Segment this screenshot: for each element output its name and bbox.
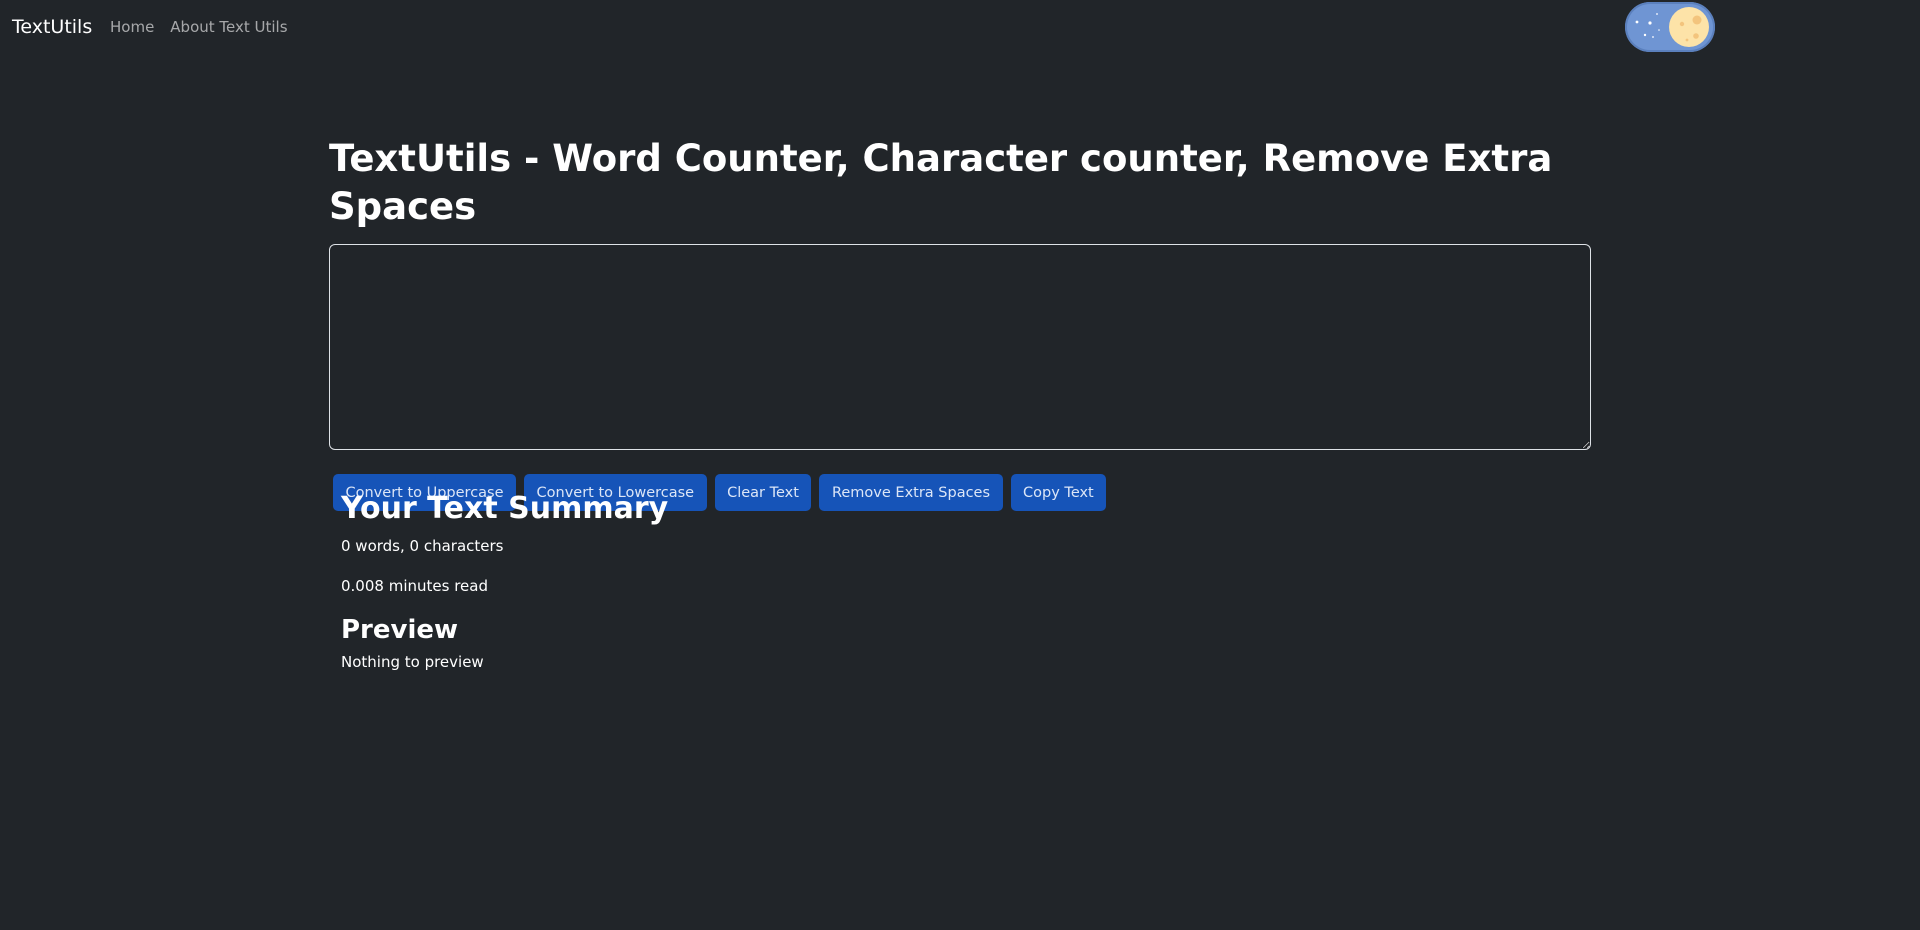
page-title: TextUtils - Word Counter, Character coun…	[329, 137, 1553, 228]
summary-heading: Your Text Summary	[341, 491, 669, 526]
preview-text: Nothing to preview	[341, 653, 484, 671]
moon-icon	[1635, 7, 1709, 47]
preview-heading: Preview	[341, 615, 459, 645]
text-summary-section: Your Text Summary 0 words, 0 characters …	[341, 490, 1241, 672]
navbar-brand[interactable]: TextUtils	[12, 15, 92, 39]
read-time: 0.008 minutes read	[341, 577, 488, 595]
theme-toggle[interactable]	[1625, 2, 1715, 52]
text-input[interactable]	[329, 244, 1591, 450]
nav-links: Home About Text Utils	[110, 17, 288, 37]
word-char-count: 0 words, 0 characters	[341, 537, 504, 555]
nav-link-home[interactable]: Home	[110, 17, 154, 37]
nav-link-about[interactable]: About Text Utils	[170, 17, 287, 37]
main-container: TextUtils - Word Counter, Character coun…	[329, 135, 1591, 511]
